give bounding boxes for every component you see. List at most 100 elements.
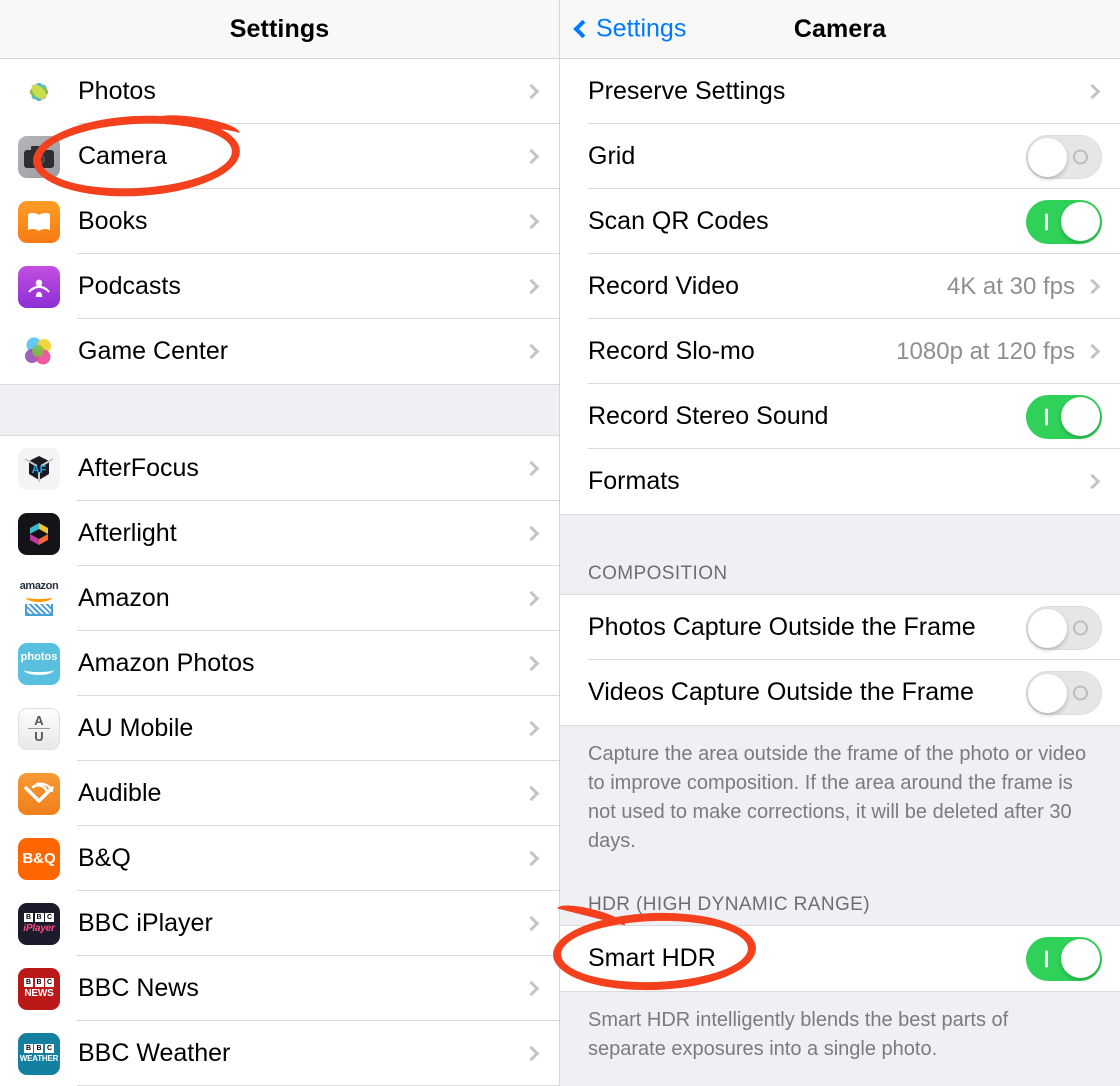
chevron-right-icon [523, 1045, 540, 1062]
game-center-app-icon [18, 330, 60, 373]
sidebar-item-amazon-photos[interactable]: photos Amazon Photos [0, 631, 559, 696]
videos-capture-outside-frame-toggle[interactable] [1026, 670, 1102, 715]
sidebar-item-label: Podcasts [78, 272, 181, 300]
record-stereo-sound-toggle[interactable] [1026, 394, 1102, 439]
chevron-right-icon [523, 460, 540, 477]
toggle-off-icon [1073, 685, 1088, 700]
row-value: 1080p at 120 fps [896, 337, 1075, 365]
svg-text:AF: AF [32, 464, 47, 476]
row-videos-capture-outside-frame: Videos Capture Outside the Frame [560, 660, 1120, 725]
amazon-app-icon: amazon [18, 577, 60, 620]
row-record-stereo-sound: Record Stereo Sound [560, 384, 1120, 449]
left-navbar: Settings [0, 0, 559, 59]
hdr-section-header-block: HDR (HIGH DYNAMIC RANGE) [560, 868, 1120, 925]
sidebar-item-label: Amazon Photos [78, 649, 255, 677]
bbc-news-app-icon: BBC NEWS [18, 967, 60, 1010]
smart-hdr-toggle[interactable] [1026, 936, 1102, 981]
page-title: Settings [229, 14, 330, 43]
toggle-off-icon [1073, 149, 1088, 164]
sidebar-item-bbc-iplayer[interactable]: BBC iPlayer BBC iPlayer [0, 891, 559, 956]
chevron-right-icon [523, 343, 540, 360]
toggle-on-icon [1045, 213, 1048, 230]
composition-footer-text: Capture the area outside the frame of th… [560, 725, 1120, 868]
sidebar-item-afterfocus[interactable]: AF AfterFocus [0, 436, 559, 501]
photos-app-icon [18, 70, 60, 113]
camera-app-icon [18, 135, 60, 178]
bbc-iplayer-app-icon: BBC iPlayer [18, 902, 60, 945]
page-title: Camera [793, 14, 887, 43]
sidebar-item-label: Game Center [78, 337, 229, 365]
chevron-right-icon [1084, 83, 1101, 100]
chevron-right-icon [523, 590, 540, 607]
sidebar-item-books[interactable]: Books [0, 189, 559, 254]
chevron-right-icon [523, 278, 540, 295]
sidebar-item-label: Photos [78, 77, 156, 105]
audible-app-icon [18, 772, 60, 815]
row-formats[interactable]: Formats [560, 449, 1120, 514]
right-navbar: Settings Camera [560, 0, 1120, 59]
sidebar-item-label: Afterlight [78, 519, 177, 547]
sidebar-item-bq[interactable]: B&Q B&Q [0, 826, 559, 891]
sidebar-item-bbc-weather[interactable]: BBC WEATHER BBC Weather [0, 1021, 559, 1086]
bbc-weather-app-icon: BBC WEATHER [18, 1032, 60, 1075]
row-record-slo-mo[interactable]: Record Slo-mo 1080p at 120 fps [560, 319, 1120, 384]
photos-capture-outside-frame-toggle[interactable] [1026, 605, 1102, 650]
hdr-section: Smart HDR [560, 925, 1120, 991]
back-button[interactable]: Settings [573, 15, 686, 44]
chevron-right-icon [523, 655, 540, 672]
chevron-right-icon [1084, 473, 1101, 490]
grid-toggle[interactable] [1026, 134, 1102, 179]
row-label: Preserve Settings [588, 77, 786, 105]
afterlight-app-icon [18, 512, 60, 555]
bq-app-icon: B&Q [18, 837, 60, 880]
sidebar-item-label: B&Q [78, 844, 131, 872]
hdr-footer-text: Smart HDR intelligently blends the best … [560, 991, 1120, 1076]
camera-settings-panel: Settings Camera Preserve Settings Grid S… [560, 0, 1120, 1086]
afterfocus-app-icon: AF [18, 447, 60, 490]
amazon-photos-app-icon: photos [18, 642, 60, 685]
row-label: Record Video [588, 272, 740, 300]
sidebar-item-game-center[interactable]: Game Center [0, 319, 559, 384]
sidebar-item-label: BBC News [78, 974, 199, 1002]
third-party-apps-section: AF AfterFocus Afterlight amazon Amazon p… [0, 436, 559, 1086]
row-label: Grid [588, 142, 636, 170]
hdr-section-header: HDR (HIGH DYNAMIC RANGE) [560, 894, 1120, 925]
chevron-left-icon [573, 19, 592, 38]
row-label: Scan QR Codes [588, 207, 769, 235]
sidebar-item-label: Audible [78, 779, 162, 807]
chevron-right-icon [523, 785, 540, 802]
row-smart-hdr: Smart HDR [560, 926, 1120, 991]
row-label: Record Stereo Sound [588, 402, 829, 430]
composition-section: Photos Capture Outside the Frame Videos … [560, 594, 1120, 725]
sidebar-item-photos[interactable]: Photos [0, 59, 559, 124]
chevron-right-icon [523, 83, 540, 100]
row-photos-capture-outside-frame: Photos Capture Outside the Frame [560, 595, 1120, 660]
sidebar-item-label: Books [78, 207, 148, 235]
sidebar-item-camera[interactable]: Camera [0, 124, 559, 189]
row-preserve-settings[interactable]: Preserve Settings [560, 59, 1120, 124]
row-label: Photos Capture Outside the Frame [588, 613, 976, 641]
sidebar-item-amazon[interactable]: amazon Amazon [0, 566, 559, 631]
sidebar-item-label: AfterFocus [78, 454, 199, 482]
settings-list-panel: Settings Photos Camera Books Podcasts Ga… [0, 0, 560, 1086]
composition-section-header-block: COMPOSITION [560, 514, 1120, 594]
sidebar-item-bbc-news[interactable]: BBC NEWS BBC News [0, 956, 559, 1021]
podcasts-app-icon [18, 265, 60, 308]
chevron-right-icon [523, 980, 540, 997]
camera-main-section: Preserve Settings Grid Scan QR Codes Rec… [560, 59, 1120, 514]
toggle-knob [1028, 608, 1067, 648]
toggle-knob [1061, 202, 1100, 241]
toggle-knob [1061, 939, 1100, 978]
scan-qr-codes-toggle[interactable] [1026, 199, 1102, 244]
chevron-right-icon [523, 915, 540, 932]
sidebar-item-label: Camera [78, 142, 167, 170]
sidebar-item-audible[interactable]: Audible [0, 761, 559, 826]
row-record-video[interactable]: Record Video 4K at 30 fps [560, 254, 1120, 319]
chevron-right-icon [1084, 278, 1101, 295]
section-gap [0, 384, 559, 436]
sidebar-item-podcasts[interactable]: Podcasts [0, 254, 559, 319]
sidebar-item-au-mobile[interactable]: A U AU Mobile [0, 696, 559, 761]
sidebar-item-label: BBC iPlayer [78, 909, 213, 937]
row-label: Smart HDR [588, 944, 716, 972]
sidebar-item-afterlight[interactable]: Afterlight [0, 501, 559, 566]
